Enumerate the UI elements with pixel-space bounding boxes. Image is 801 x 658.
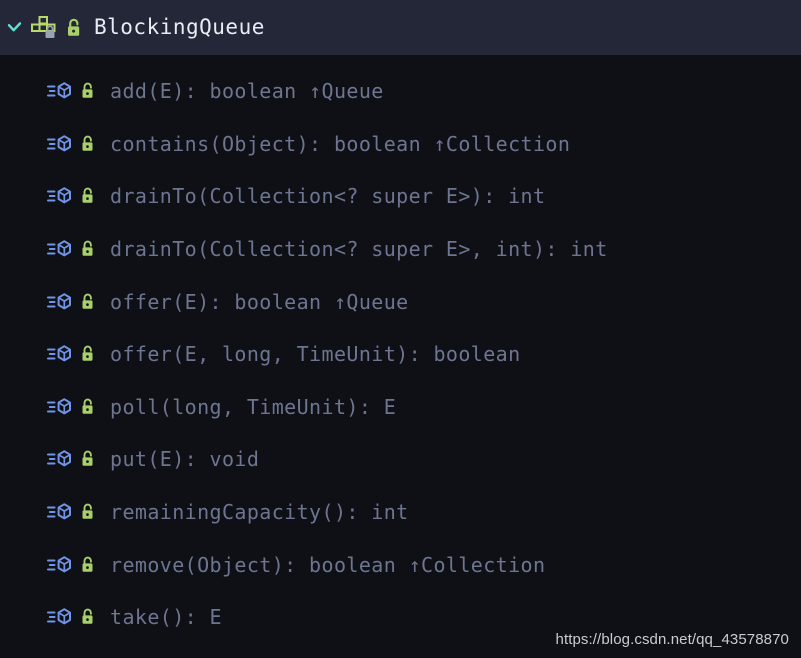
abstract-method-icon (47, 291, 75, 313)
method-signature: add(E): boolean ↑Queue (110, 79, 384, 104)
chevron-down-icon[interactable] (2, 16, 26, 40)
list-item[interactable]: add(E): boolean ↑Queue (0, 65, 801, 118)
method-signature: drainTo(Collection<? super E>, int): int (110, 237, 608, 262)
abstract-method-icon (47, 554, 75, 576)
lock-open-icon (78, 238, 97, 260)
method-signature: put(E): void (110, 447, 260, 472)
method-signature: poll(long, TimeUnit): E (110, 394, 397, 419)
method-signature: offer(E, long, TimeUnit): boolean (110, 342, 521, 367)
method-signature: take(): E (110, 605, 222, 630)
method-list: add(E): boolean ↑Queue contains(Object):… (0, 55, 801, 644)
tree-root-node[interactable]: BlockingQueue (0, 0, 801, 55)
list-item[interactable]: put(E): void (0, 433, 801, 486)
list-item[interactable]: drainTo(Collection<? super E>): int (0, 170, 801, 223)
lock-open-icon (78, 291, 97, 313)
method-signature: offer(E): boolean ↑Queue (110, 289, 409, 314)
method-signature: drainTo(Collection<? super E>): int (110, 184, 546, 209)
list-item[interactable]: drainTo(Collection<? super E>, int): int (0, 223, 801, 276)
page-title: BlockingQueue (94, 15, 265, 39)
lock-open-icon (62, 16, 84, 40)
method-signature: contains(Object): boolean ↑Collection (110, 131, 571, 156)
watermark-text: https://blog.csdn.net/qq_43578870 (555, 631, 789, 648)
lock-open-icon (78, 133, 97, 155)
structure-panel: BlockingQueue add(E): boolean ↑Queue con… (0, 0, 801, 658)
list-item[interactable]: offer(E): boolean ↑Queue (0, 275, 801, 328)
abstract-method-icon (47, 133, 75, 155)
list-item[interactable]: offer(E, long, TimeUnit): boolean (0, 328, 801, 381)
lock-open-icon (78, 396, 97, 418)
list-item[interactable]: contains(Object): boolean ↑Collection (0, 118, 801, 171)
lock-open-icon (78, 501, 97, 523)
lock-badge-icon (45, 25, 55, 38)
lock-open-icon (78, 448, 97, 470)
lock-open-icon (78, 606, 97, 628)
list-item[interactable]: remainingCapacity(): int (0, 486, 801, 539)
abstract-method-icon (47, 343, 75, 365)
method-signature: remainingCapacity(): int (110, 500, 409, 525)
lock-open-icon (78, 554, 97, 576)
interface-icon (28, 15, 60, 41)
method-signature: remove(Object): boolean ↑Collection (110, 552, 546, 577)
abstract-method-icon (47, 448, 75, 470)
abstract-method-icon (47, 80, 75, 102)
abstract-method-icon (47, 238, 75, 260)
abstract-method-icon (47, 606, 75, 628)
abstract-method-icon (47, 185, 75, 207)
abstract-method-icon (47, 501, 75, 523)
abstract-method-icon (47, 396, 75, 418)
lock-open-icon (78, 185, 97, 207)
list-item[interactable]: poll(long, TimeUnit): E (0, 381, 801, 434)
list-item[interactable]: remove(Object): boolean ↑Collection (0, 538, 801, 591)
lock-open-icon (78, 80, 97, 102)
lock-open-icon (78, 343, 97, 365)
